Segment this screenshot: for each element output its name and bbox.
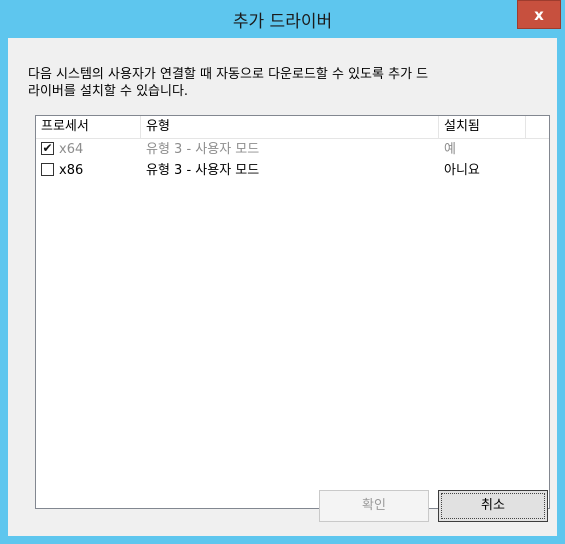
title-bar[interactable]: 추가 드라이버 x xyxy=(0,0,565,38)
description-text: 다음 시스템의 사용자가 연결할 때 자동으로 다운로드할 수 있도록 추가 드… xyxy=(28,67,429,99)
checkbox-x64[interactable]: ✔ xyxy=(41,142,54,155)
type-cell: 유형 3 - 사용자 모드 xyxy=(146,163,260,178)
processor-cell: x86 xyxy=(59,163,84,178)
driver-list[interactable]: 프로세서 유형 설치됨 ✔ x64 유형 3 - 사용자 모드 예 x86 유형… xyxy=(35,115,550,509)
processor-cell: x64 xyxy=(59,142,84,157)
installed-cell: 아니요 xyxy=(444,163,480,178)
ok-button[interactable]: 확인 xyxy=(319,490,429,522)
dialog-body: 다음 시스템의 사용자가 연결할 때 자동으로 다운로드할 수 있도록 추가 드… xyxy=(8,38,557,536)
list-header: 프로세서 유형 설치됨 xyxy=(36,116,549,139)
column-header-processor[interactable]: 프로세서 xyxy=(36,116,141,138)
column-header-installed[interactable]: 설치됨 xyxy=(439,116,526,138)
add-drivers-dialog: 추가 드라이버 x 다음 시스템의 사용자가 연결할 때 자동으로 다운로드할 … xyxy=(0,0,565,544)
list-item-x64[interactable]: ✔ x64 유형 3 - 사용자 모드 예 xyxy=(36,139,549,160)
type-cell: 유형 3 - 사용자 모드 xyxy=(146,142,260,157)
dialog-title: 추가 드라이버 xyxy=(232,12,333,32)
column-header-type[interactable]: 유형 xyxy=(141,116,439,138)
cancel-button[interactable]: 취소 xyxy=(438,490,548,522)
list-item-x86[interactable]: x86 유형 3 - 사용자 모드 아니요 xyxy=(36,160,549,181)
checkbox-x86[interactable] xyxy=(41,163,54,176)
installed-cell: 예 xyxy=(444,142,456,157)
focus-rectangle xyxy=(441,493,545,519)
close-button[interactable]: x xyxy=(517,0,561,29)
